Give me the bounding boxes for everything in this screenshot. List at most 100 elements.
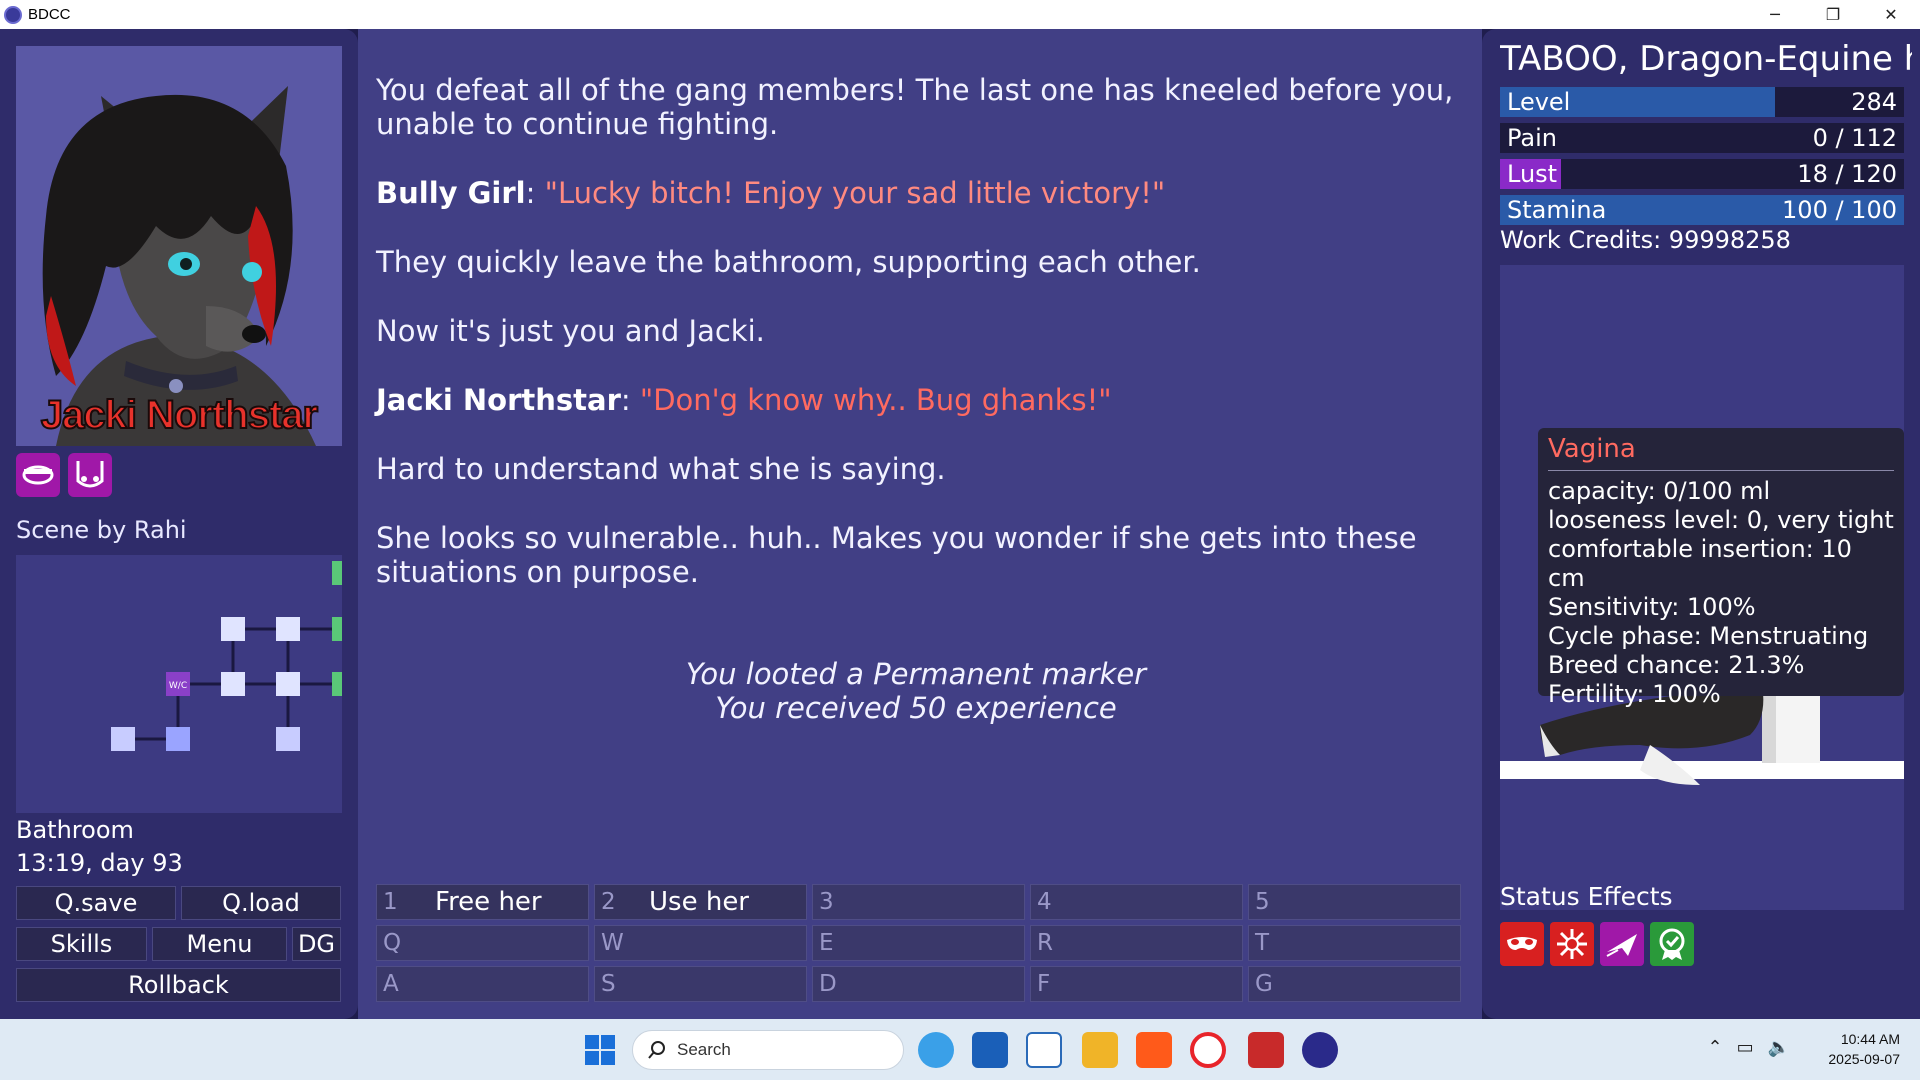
loot-line: You looted a Permanent marker: [685, 657, 1147, 691]
action-button-1[interactable]: 1 Free her: [376, 884, 589, 920]
action-button-g[interactable]: G: [1248, 966, 1461, 1002]
file-explorer-icon[interactable]: [1082, 1032, 1118, 1068]
task-view-icon[interactable]: [1026, 1032, 1062, 1068]
restraint-icon: [68, 453, 112, 497]
blindfold-icon: [16, 453, 60, 497]
start-icon[interactable]: [582, 1032, 618, 1068]
tooltip-line: looseness level: 0, very tight: [1548, 506, 1894, 534]
status-effects-title: Status Effects: [1500, 882, 1673, 911]
minimap-room: [276, 617, 300, 641]
stamina-label: Stamina: [1507, 196, 1607, 224]
action-button-s[interactable]: S: [594, 966, 807, 1002]
dialogue-quote: "Lucky bitch! Enjoy your sad little vict…: [544, 176, 1166, 210]
story-dialogue: Jacki Northstar: "Don'g know why.. Bug g…: [376, 383, 1112, 417]
brave-browser-icon[interactable]: [1136, 1032, 1172, 1068]
pain-label: Pain: [1507, 124, 1557, 152]
menu-button[interactable]: Menu: [152, 927, 287, 961]
burst-status-icon[interactable]: [1550, 922, 1594, 966]
location-name: Bathroom: [16, 816, 134, 844]
left-panel: Jacki Northstar Scene by Rahi W/C Bathro…: [0, 29, 358, 1019]
maximize-button[interactable]: ❐: [1804, 0, 1862, 29]
app-shortcut-icon[interactable]: [1248, 1032, 1284, 1068]
tooltip-line: Sensitivity: 100%: [1548, 593, 1756, 621]
mask-status-icon[interactable]: [1500, 922, 1544, 966]
chevron-up-icon[interactable]: ⌃: [1707, 1037, 1722, 1058]
minimap-room: [221, 617, 245, 641]
action-button-4[interactable]: 4: [1030, 884, 1243, 920]
speaker-name: Jacki Northstar: [376, 383, 621, 417]
action-button-a[interactable]: A: [376, 966, 589, 1002]
clock-date: 2025-09-07: [1828, 1051, 1900, 1067]
story-dialogue: Bully Girl: "Lucky bitch! Enjoy your sad…: [376, 176, 1166, 210]
minimap-room: [276, 672, 300, 696]
speaker-name: Bully Girl: [376, 176, 526, 210]
search-placeholder: Search: [677, 1040, 731, 1059]
game-time: 13:19, day 93: [16, 849, 183, 877]
story-panel: You defeat all of the gang members! The …: [358, 29, 1482, 1019]
system-tray: ⌃ ▭ 🔈: [1707, 1037, 1790, 1058]
pain-value: 0 / 112: [1812, 124, 1897, 152]
clock-time: 10:44 AM: [1840, 1031, 1900, 1047]
level-bar: Level 284: [1500, 87, 1904, 117]
network-icon[interactable]: ▭: [1737, 1037, 1754, 1058]
action-button-d[interactable]: D: [812, 966, 1025, 1002]
dg-button[interactable]: DG: [292, 927, 341, 961]
tooltip-line: Cycle phase: Menstruating: [1548, 622, 1869, 650]
tooltip-line: Fertility: 100%: [1548, 680, 1721, 708]
action-button-f[interactable]: F: [1030, 966, 1243, 1002]
pain-bar: Pain 0 / 112: [1500, 123, 1904, 153]
opera-browser-icon[interactable]: [1190, 1032, 1226, 1068]
story-text: You defeat all of the gang members! The …: [376, 73, 1456, 624]
plane-status-icon[interactable]: [1600, 922, 1644, 966]
badge-status-icon[interactable]: [1650, 922, 1694, 966]
quick-load-button[interactable]: Q.load: [181, 886, 341, 920]
stamina-value: 100 / 100: [1782, 196, 1897, 224]
action-button-r[interactable]: R: [1030, 925, 1243, 961]
level-label: Level: [1507, 88, 1571, 116]
player-title: TABOO, Dragon-Equine h: [1500, 39, 1912, 79]
tooltip-line: comfortable insertion: 10 cm: [1548, 535, 1852, 592]
volume-icon[interactable]: 🔈: [1768, 1037, 1790, 1058]
scene-author: Scene by Rahi: [16, 516, 187, 544]
minimap-room: [221, 672, 245, 696]
bdcc-taskbar-icon[interactable]: [1302, 1032, 1338, 1068]
work-credits: Work Credits: 99998258: [1500, 226, 1791, 254]
minimap-room: [111, 727, 135, 751]
tooltip-line: Breed chance: 21.3%: [1548, 651, 1805, 679]
dialogue-quote: "Don'g know why.. Bug ghanks!": [639, 383, 1112, 417]
stamina-bar: Stamina 100 / 100: [1500, 195, 1904, 225]
body-part-tooltip: Vagina capacity: 0/100 ml looseness leve…: [1538, 428, 1904, 708]
action-button-w[interactable]: W: [594, 925, 807, 961]
minimap-room: [276, 727, 300, 751]
minimap-exit: [332, 672, 344, 696]
taskbar-clock[interactable]: 10:44 AM 2025-09-07: [1828, 1029, 1900, 1069]
action-button-q[interactable]: Q: [376, 925, 589, 961]
level-value: 284: [1851, 88, 1897, 116]
quick-save-button[interactable]: Q.save: [16, 886, 176, 920]
action-button-3[interactable]: 3: [812, 884, 1025, 920]
story-paragraph: They quickly leave the bathroom, support…: [376, 245, 1201, 279]
story-paragraph: She looks so vulnerable.. huh.. Makes yo…: [376, 521, 1417, 589]
widgets-icon[interactable]: [918, 1032, 954, 1068]
taskbar-search[interactable]: Search: [632, 1030, 904, 1070]
portrait-name: Jacki Northstar: [40, 392, 319, 438]
app-icon: [4, 5, 22, 24]
story-paragraph: You defeat all of the gang members! The …: [376, 73, 1454, 141]
minimap: W/C: [16, 555, 344, 813]
rollback-button[interactable]: Rollback: [16, 968, 341, 1002]
minimap-exit: [332, 617, 344, 641]
search-icon: [648, 1041, 665, 1059]
action-button-t[interactable]: T: [1248, 925, 1461, 961]
windows-taskbar: Search ⌃ ▭ 🔈 10:44 AM 2025-09-07: [0, 1019, 1920, 1080]
minimap-room: [166, 727, 190, 751]
lust-bar: Lust 18 / 120: [1500, 159, 1904, 189]
action-button-e[interactable]: E: [812, 925, 1025, 961]
action-button-2[interactable]: 2 Use her: [594, 884, 807, 920]
store-icon[interactable]: [972, 1032, 1008, 1068]
lust-value: 18 / 120: [1797, 160, 1897, 188]
skills-button[interactable]: Skills: [16, 927, 147, 961]
minimize-button[interactable]: ─: [1746, 0, 1804, 29]
action-button-5[interactable]: 5: [1248, 884, 1461, 920]
tooltip-title: Vagina: [1548, 434, 1894, 471]
close-button[interactable]: ✕: [1862, 0, 1920, 29]
